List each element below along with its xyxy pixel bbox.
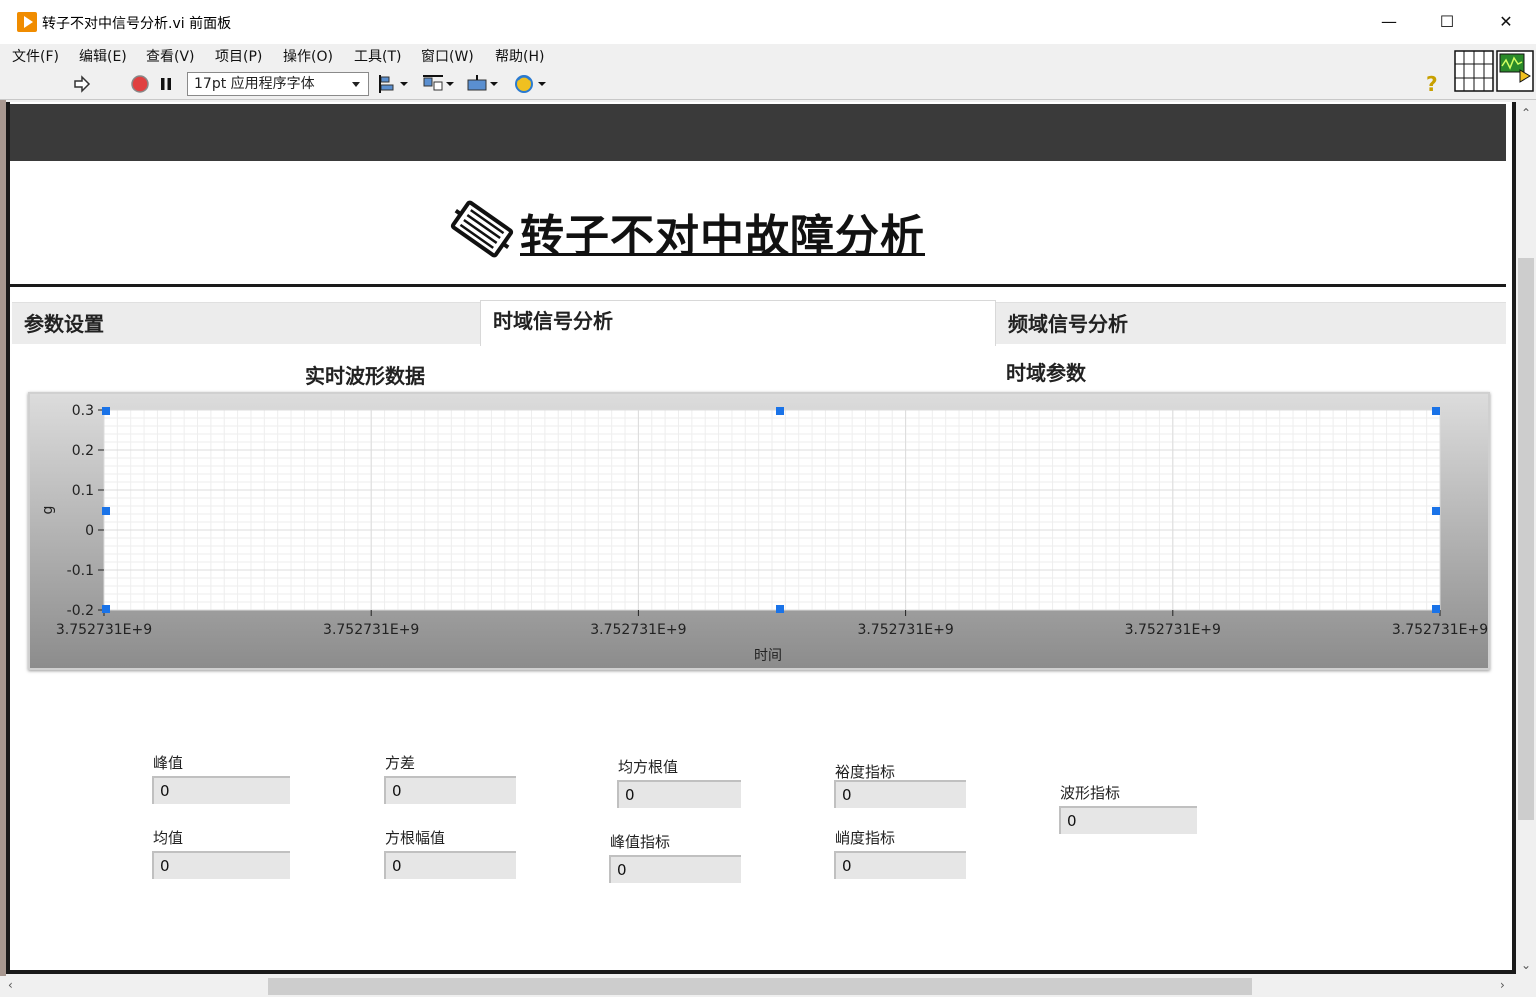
x-tick-label: 3.752731E+9: [56, 622, 152, 638]
resize-objects-icon[interactable]: [466, 74, 500, 94]
y-tick-label: 0.1: [72, 483, 94, 499]
params-section-title: 时域参数: [1006, 361, 1086, 385]
maximize-button[interactable]: ☐: [1427, 8, 1467, 36]
selection-handle[interactable]: [102, 605, 110, 613]
tab-time-domain[interactable]: 时域信号分析: [480, 300, 996, 346]
vertical-scroll-thumb[interactable]: [1518, 258, 1534, 820]
kurtosis-label: 峭度指标: [835, 829, 896, 847]
selection-handle[interactable]: [1432, 507, 1440, 515]
run-arrow-icon[interactable]: [72, 74, 92, 94]
grid-minor: [103, 409, 1441, 611]
peak-label: 峰值: [153, 754, 184, 772]
vi-icon[interactable]: [1496, 50, 1534, 92]
reorder-icon[interactable]: [512, 74, 548, 94]
labview-vi-icon: [17, 12, 37, 32]
font-select[interactable]: 17pt 应用程序字体: [187, 72, 369, 96]
variance-indicator: 0: [384, 776, 516, 804]
chevron-down-icon: [352, 82, 360, 87]
align-objects-icon[interactable]: [378, 74, 410, 94]
clearance-factor-indicator: 0: [834, 780, 966, 808]
scroll-left-icon[interactable]: ‹: [8, 978, 13, 992]
selection-handle[interactable]: [1432, 605, 1440, 613]
root-amplitude-indicator: 0: [384, 851, 516, 879]
connector-pane-icon[interactable]: [1454, 50, 1494, 92]
panel-header-bar: [10, 104, 1506, 161]
font-select-value: 17pt 应用程序字体: [194, 76, 315, 92]
close-button[interactable]: ✕: [1486, 8, 1526, 36]
window-title: 转子不对中信号分析.vi 前面板: [42, 16, 232, 32]
abort-icon[interactable]: [130, 74, 150, 94]
menu-view[interactable]: 查看(V): [146, 46, 195, 66]
y-tick-label: 0.2: [72, 443, 94, 459]
crest-factor-indicator: 0: [609, 855, 741, 883]
x-tick-label: 3.752731E+9: [1392, 622, 1488, 638]
selection-handle[interactable]: [1432, 407, 1440, 415]
scroll-right-icon[interactable]: ›: [1500, 978, 1505, 992]
context-help-icon[interactable]: ?: [1426, 72, 1446, 96]
variance-label: 方差: [385, 754, 416, 772]
waveform-section-title: 实时波形数据: [305, 364, 425, 388]
mean-label: 均值: [153, 829, 184, 847]
scroll-up-icon[interactable]: ⌃: [1521, 106, 1531, 120]
menu-project[interactable]: 项目(P): [215, 46, 262, 66]
shape-factor-indicator: 0: [1059, 806, 1197, 834]
panel-title: 转子不对中故障分析: [520, 211, 925, 262]
x-tick-label: 3.752731E+9: [323, 622, 419, 638]
peak-indicator: 0: [152, 776, 290, 804]
rms-label: 均方根值: [618, 758, 679, 776]
crest-factor-label: 峰值指标: [610, 833, 671, 851]
root-amplitude-label: 方根幅值: [385, 829, 446, 847]
scroll-down-icon[interactable]: ⌄: [1521, 958, 1531, 972]
selection-handle[interactable]: [102, 507, 110, 515]
clearance-factor-label: 裕度指标: [835, 763, 896, 781]
selection-handle[interactable]: [102, 407, 110, 415]
x-axis: 3.752731E+9 3.752731E+9 3.752731E+9 3.75273…: [56, 610, 1488, 638]
horizontal-scroll-thumb[interactable]: [268, 978, 1252, 995]
waveform-chart[interactable]: 0.30.20.10-0.1-0.2 3.752731E+9 3.752731E+…: [28, 392, 1490, 670]
kurtosis-indicator: 0: [834, 851, 966, 879]
y-axis: 0.3 0.2 0.1 0 -0.1 -0.2: [67, 403, 104, 619]
menu-bar: 文件(F) 编辑(E) 查看(V) 项目(P) 操作(O) 工具(T) 窗口(W…: [0, 44, 1536, 66]
y-tick-label: 0.3: [72, 403, 94, 419]
distribute-objects-icon[interactable]: [422, 74, 456, 94]
x-axis-label: 时间: [754, 648, 782, 664]
rotor-logo-icon: [450, 200, 514, 258]
title-bar: 转子不对中信号分析.vi 前面板 — ☐ ✕: [0, 0, 1536, 44]
y-tick-label: -0.1: [67, 563, 94, 579]
mean-indicator: 0: [152, 851, 290, 879]
tab-frequency-domain[interactable]: 频域信号分析: [996, 302, 1506, 344]
x-tick-label: 3.752731E+9: [857, 622, 953, 638]
y-tick-label: -0.2: [67, 603, 94, 619]
x-tick-label: 3.752731E+9: [590, 622, 686, 638]
menu-window[interactable]: 窗口(W): [421, 46, 474, 66]
x-tick-label: 3.752731E+9: [1125, 622, 1221, 638]
menu-edit[interactable]: 编辑(E): [79, 46, 127, 66]
rms-indicator: 0: [617, 780, 741, 808]
pause-icon[interactable]: [158, 74, 174, 94]
tab-parameter-settings[interactable]: 参数设置: [12, 302, 480, 344]
minimize-button[interactable]: —: [1369, 8, 1409, 36]
menu-help[interactable]: 帮助(H): [495, 46, 544, 66]
y-tick-label: 0: [85, 523, 94, 539]
selection-handle[interactable]: [776, 605, 784, 613]
y-axis-label: g: [40, 506, 56, 515]
selection-handle[interactable]: [776, 407, 784, 415]
menu-file[interactable]: 文件(F): [12, 46, 59, 66]
menu-operate[interactable]: 操作(O): [283, 46, 333, 66]
menu-tools[interactable]: 工具(T): [354, 46, 401, 66]
shape-factor-label: 波形指标: [1060, 784, 1121, 802]
